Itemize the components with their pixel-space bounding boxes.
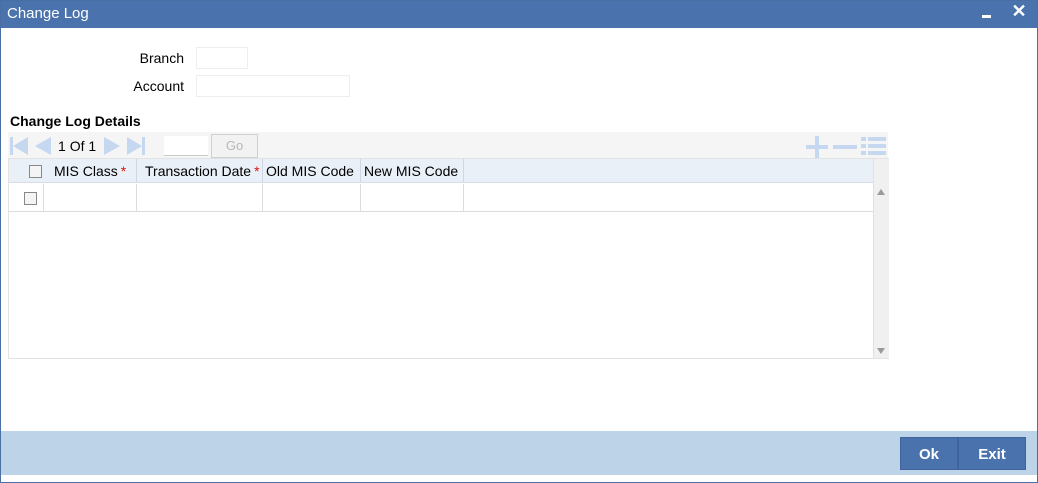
change-log-window: Change Log ✕ Branch Account Change Log D… — [0, 0, 1038, 483]
old-mis-code-cell[interactable] — [263, 184, 361, 212]
change-log-grid: MIS Class * Transaction Date * Old MIS Cod… — [8, 158, 889, 359]
column-divider — [463, 159, 464, 183]
close-icon[interactable]: ✕ — [1009, 1, 1029, 23]
column-label: Transaction Date — [145, 163, 252, 179]
column-header-new-mis-code[interactable]: New MIS Code — [364, 159, 458, 183]
column-header-mis-class[interactable]: MIS Class * — [54, 159, 126, 183]
scroll-up-icon[interactable] — [877, 189, 885, 195]
first-page-icon[interactable] — [10, 137, 30, 155]
pager-total: 1 — [88, 138, 97, 154]
title-bar: Change Log ✕ — [1, 1, 1037, 28]
branch-label: Branch — [139, 50, 184, 66]
column-divider — [136, 159, 137, 183]
grid-header: MIS Class * Transaction Date * Old MIS Cod… — [9, 159, 873, 183]
window-title: Change Log — [7, 5, 89, 22]
next-page-icon[interactable] — [104, 137, 124, 155]
pager-current: 1 — [58, 138, 66, 154]
minimize-icon[interactable] — [979, 3, 995, 23]
grid-scrollbar[interactable] — [873, 159, 889, 358]
select-all-checkbox[interactable] — [29, 165, 42, 178]
ok-button[interactable]: Ok — [900, 437, 958, 470]
column-label: Old MIS Code — [266, 163, 354, 179]
transaction-date-cell[interactable] — [137, 184, 263, 212]
column-header-transaction-date[interactable]: Transaction Date * — [145, 159, 260, 183]
exit-button[interactable]: Exit — [958, 437, 1026, 470]
section-title: Change Log Details — [10, 113, 141, 129]
pager-of: Of — [69, 138, 85, 154]
single-record-view-icon[interactable] — [861, 136, 886, 156]
row-checkbox[interactable] — [24, 192, 37, 205]
branch-field[interactable] — [196, 47, 248, 69]
mis-class-cell[interactable] — [44, 184, 137, 212]
account-label: Account — [133, 78, 184, 94]
scroll-down-icon[interactable] — [877, 348, 885, 354]
required-marker: * — [254, 163, 260, 179]
delete-row-icon[interactable] — [833, 136, 857, 156]
column-header-old-mis-code[interactable]: Old MIS Code — [266, 159, 354, 183]
last-page-icon[interactable] — [127, 137, 147, 155]
go-button[interactable]: Go — [211, 134, 258, 158]
new-mis-code-cell[interactable] — [361, 184, 464, 212]
grid-toolbar: 1 Of 1 Go — [8, 132, 888, 159]
pager-status: 1 Of 1 — [58, 138, 96, 154]
column-divider — [262, 159, 263, 183]
footer-bar: Ok Exit — [1, 431, 1037, 475]
page-number-input[interactable] — [164, 136, 208, 156]
column-label: MIS Class — [54, 163, 118, 179]
required-marker: * — [120, 163, 127, 179]
row-select-cell — [9, 184, 44, 212]
column-divider — [360, 159, 361, 183]
column-label: New MIS Code — [364, 163, 459, 179]
account-field[interactable] — [196, 75, 350, 97]
prev-page-icon[interactable] — [33, 137, 53, 155]
table-row — [9, 184, 873, 212]
add-row-icon[interactable] — [804, 136, 828, 158]
